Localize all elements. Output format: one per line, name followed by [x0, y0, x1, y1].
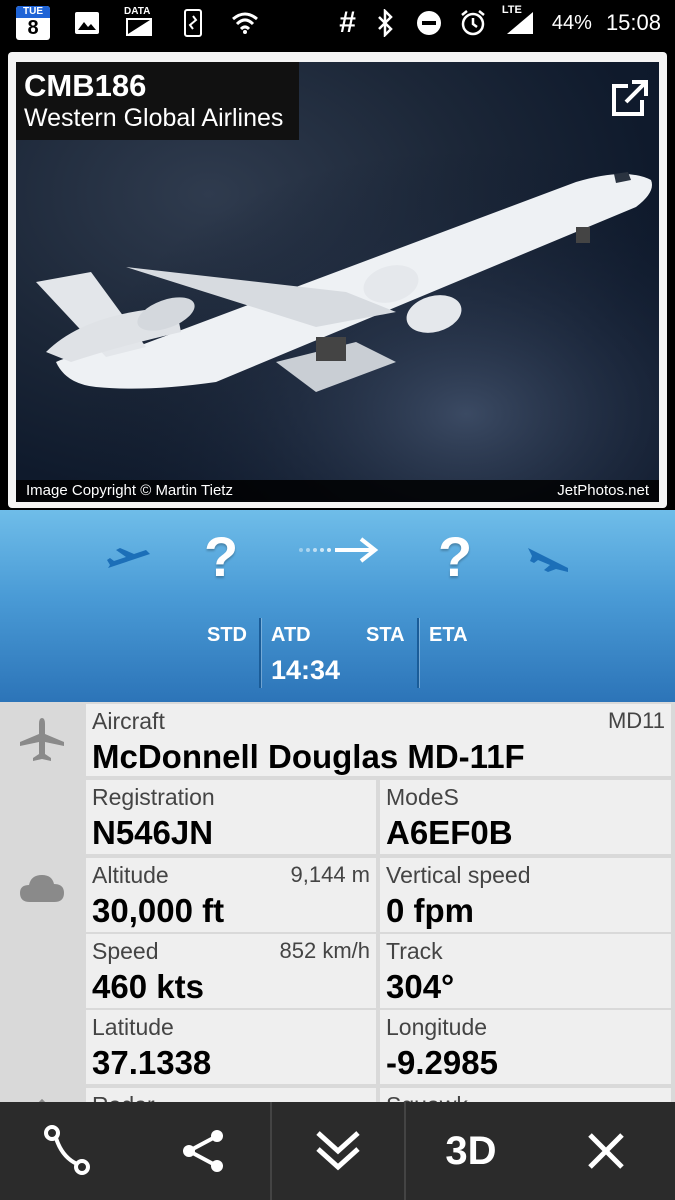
aircraft-label: Aircraft: [92, 708, 165, 734]
vibrate-icon: [178, 8, 208, 38]
hash-icon: #: [339, 6, 356, 39]
calendar-day-number: 8: [27, 17, 39, 39]
data-saver-icon: DATA: [124, 6, 156, 38]
longitude-label: Longitude: [386, 1014, 488, 1040]
landing-icon: [526, 544, 570, 579]
aircraft-type-code: MD11: [607, 708, 665, 733]
close-button[interactable]: [536, 1102, 675, 1200]
alarm-icon: [458, 8, 488, 38]
photo-source-link[interactable]: JetPhotos.net: [557, 482, 649, 499]
bottom-toolbar: 3D: [0, 1102, 675, 1200]
aircraft-photo-card: CMB186 Western Global Airlines Image Cop…: [8, 52, 667, 508]
details-side-column: [0, 702, 84, 1102]
aircraft-cell: Aircraft MD11 McDonnell Douglas MD-11F: [86, 704, 671, 776]
flight-title-box: CMB186 Western Global Airlines: [16, 62, 299, 140]
route-divider: [259, 618, 261, 688]
data-label: DATA: [124, 6, 151, 17]
aircraft-model: McDonnell Douglas MD-11F: [92, 738, 525, 775]
sta-label: STA: [366, 624, 405, 646]
route-divider: [417, 618, 419, 688]
destination-airport[interactable]: ?: [438, 524, 472, 589]
route-arrow-icon: [295, 536, 381, 569]
altitude-cell: Altitude 9,144 m 30,000 ft: [86, 858, 376, 932]
cloud-icon: [18, 870, 66, 909]
track-cell: Track 304°: [380, 934, 671, 1008]
track-value: 304°: [386, 968, 455, 1005]
radar-label: Radar: [92, 1092, 155, 1102]
double-chevron-down-icon: [316, 1131, 360, 1171]
bluetooth-icon: [370, 8, 400, 38]
vertical-speed-cell: Vertical speed 0 fpm: [380, 858, 671, 932]
share-button[interactable]: [135, 1102, 270, 1200]
origin-airport[interactable]: ?: [204, 524, 238, 589]
std-label: STD: [207, 624, 247, 646]
vertical-speed-label: Vertical speed: [386, 862, 531, 888]
battery-level: 44%: [551, 11, 592, 34]
wifi-icon: [230, 8, 260, 38]
modes-cell: ModeS A6EF0B: [380, 780, 671, 854]
route-panel: ? ? STD ATD 14:34 STA ETA: [0, 510, 675, 702]
image-icon: [72, 8, 102, 38]
3d-view-button[interactable]: 3D: [406, 1102, 536, 1200]
registration-value: N546JN: [92, 814, 214, 851]
speed-cell: Speed 852 km/h 460 kts: [86, 934, 376, 1008]
calendar-icon: TUE 8: [16, 6, 50, 40]
modes-label: ModeS: [386, 784, 459, 810]
radar-cell: Radar: [86, 1088, 376, 1102]
close-icon: [587, 1133, 624, 1169]
squawk-label: Squawk: [386, 1092, 468, 1102]
altitude-metric: 9,144 m: [290, 862, 371, 887]
callsign: CMB186: [24, 68, 147, 103]
registration-label: Registration: [92, 784, 215, 810]
aircraft-photo[interactable]: CMB186 Western Global Airlines Image Cop…: [16, 62, 659, 502]
radar-icon: [34, 1094, 50, 1102]
track-label: Track: [386, 938, 443, 964]
collapse-button[interactable]: [272, 1102, 404, 1200]
longitude-cell: Longitude -9.2985: [380, 1010, 671, 1084]
route-button[interactable]: [0, 1102, 135, 1200]
atd-label: ATD: [271, 624, 311, 646]
flight-details-panel[interactable]: Aircraft MD11 McDonnell Douglas MD-11F R…: [0, 702, 675, 1102]
eta-label: ETA: [429, 624, 468, 646]
altitude-label: Altitude: [92, 862, 169, 888]
share-icon: [182, 1130, 223, 1172]
photo-credit-bar: Image Copyright © Martin Tietz JetPhotos…: [16, 480, 659, 502]
squawk-cell: Squawk: [380, 1088, 671, 1102]
dnd-icon: [414, 8, 444, 38]
speed-label: Speed: [92, 938, 159, 964]
longitude-value: -9.2985: [386, 1044, 498, 1081]
latitude-value: 37.1338: [92, 1044, 212, 1081]
speed-metric: 852 km/h: [279, 938, 371, 963]
latitude-cell: Latitude 37.1338: [86, 1010, 376, 1084]
takeoff-icon: [106, 546, 152, 577]
clock: 15:08: [605, 10, 661, 35]
photo-copyright: Image Copyright © Martin Tietz: [26, 482, 233, 499]
open-external-icon[interactable]: [608, 76, 652, 120]
registration-cell: Registration N546JN: [86, 780, 376, 854]
route-icon: [43, 1125, 90, 1175]
network-type: LTE: [501, 4, 522, 16]
signal-icon: LTE: [502, 4, 538, 38]
atd-time: 14:34: [271, 655, 341, 685]
vertical-speed-value: 0 fpm: [386, 892, 475, 929]
latitude-label: Latitude: [92, 1014, 174, 1040]
modes-value: A6EF0B: [386, 814, 513, 851]
airplane-icon: [18, 716, 66, 769]
status-bar: TUE 8 DATA # LTE 44% 15:08: [0, 0, 675, 46]
airline-name: Western Global Airlines: [24, 104, 284, 132]
altitude-value: 30,000 ft: [92, 892, 225, 929]
speed-value: 460 kts: [92, 968, 204, 1005]
